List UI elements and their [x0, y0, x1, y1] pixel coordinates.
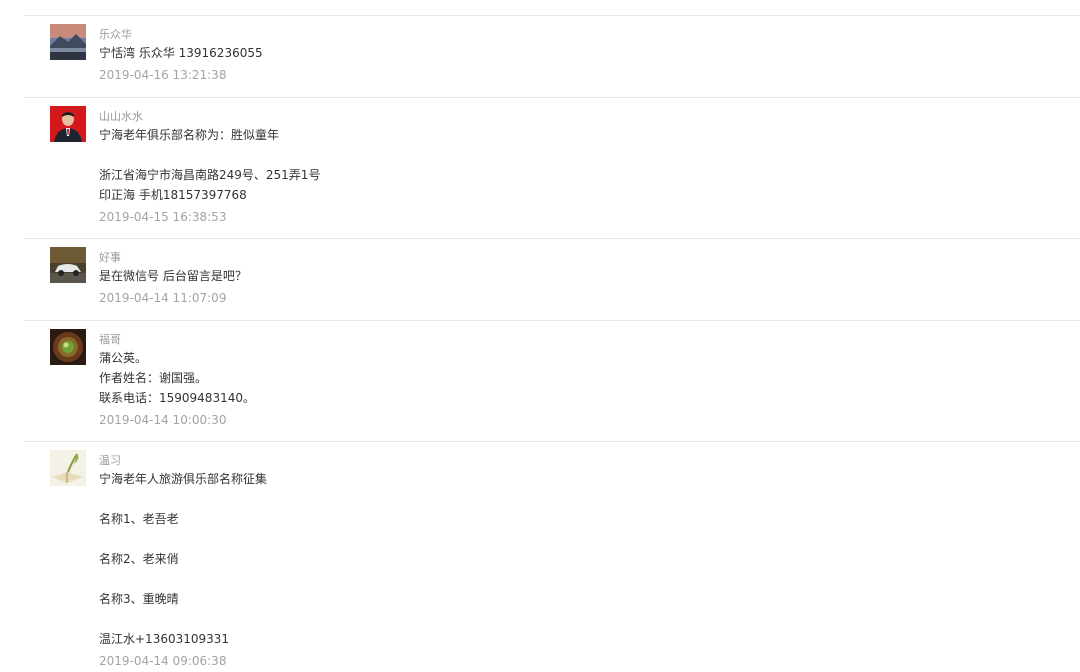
landscape-photo-icon[interactable] [50, 24, 86, 60]
comment-text-line: 印正海 手机18157397768 [99, 188, 247, 202]
comment-text-line: 浙江省海宁市海昌南路249号、251弄1号 [99, 168, 321, 182]
comment-text-line: 温江水+13603109331 [99, 632, 230, 646]
comment-text-line: 宁恬湾 乐众华 13916236055 [99, 46, 263, 60]
person-portrait-icon[interactable] [50, 106, 86, 142]
comment-author[interactable]: 乐众华 [99, 27, 1080, 43]
comment-time: 2019-04-16 13:21:38 [99, 68, 227, 82]
comment-author[interactable]: 山山水水 [99, 109, 1080, 125]
comment-item: 好事 是在微信号 后台留言是吧？ 2019-04-14 11:07:09 [24, 239, 1080, 321]
comment-author[interactable]: 温习 [99, 453, 1080, 469]
book-quill-icon[interactable] [50, 450, 86, 486]
comment-item: 山山水水 宁海老年俱乐部名称为：胜似童年 浙江省海宁市海昌南路249号、251弄… [24, 98, 1080, 239]
comment-text-line: 宁海老年人旅游俱乐部名称征集 [99, 472, 268, 486]
comment-text-line: 名称1、老吾老 [99, 512, 179, 526]
flower-photo-icon[interactable] [50, 329, 86, 365]
comment-text-line: 名称3、重晚晴 [99, 592, 179, 606]
comment-text-line: 蒲公英。 [99, 351, 148, 365]
comment-author[interactable]: 好事 [99, 250, 1080, 266]
comment-text-line: 作者姓名：谢国强。 [99, 371, 208, 385]
comment-text-line: 名称2、老来俏 [99, 552, 179, 566]
comment-text-line: 是在微信号 后台留言是吧？ [99, 269, 247, 283]
comment-time: 2019-04-14 11:07:09 [99, 291, 227, 305]
car-photo-icon[interactable] [50, 247, 86, 283]
comment-author[interactable]: 福哥 [99, 332, 1080, 348]
comment-text-line: 联系电话：15909483140。 [99, 391, 255, 405]
comment-item: 温习 宁海老年人旅游俱乐部名称征集 名称1、老吾老 名称2、老来俏 名称3、重晚… [24, 442, 1080, 672]
comment-item: 乐众华 宁恬湾 乐众华 13916236055 2019-04-16 13:21… [24, 16, 1080, 98]
comment-item: 福哥 蒲公英。 作者姓名：谢国强。 联系电话：15909483140。 2019… [24, 321, 1080, 442]
comment-feed: 乐众华 宁恬湾 乐众华 13916236055 2019-04-16 13:21… [0, 0, 1080, 672]
comment-time: 2019-04-14 09:06:38 [99, 654, 227, 668]
comment-time: 2019-04-15 16:38:53 [99, 210, 227, 224]
comment-time: 2019-04-14 10:00:30 [99, 413, 227, 427]
comment-text-line: 宁海老年俱乐部名称为：胜似童年 [99, 128, 280, 142]
